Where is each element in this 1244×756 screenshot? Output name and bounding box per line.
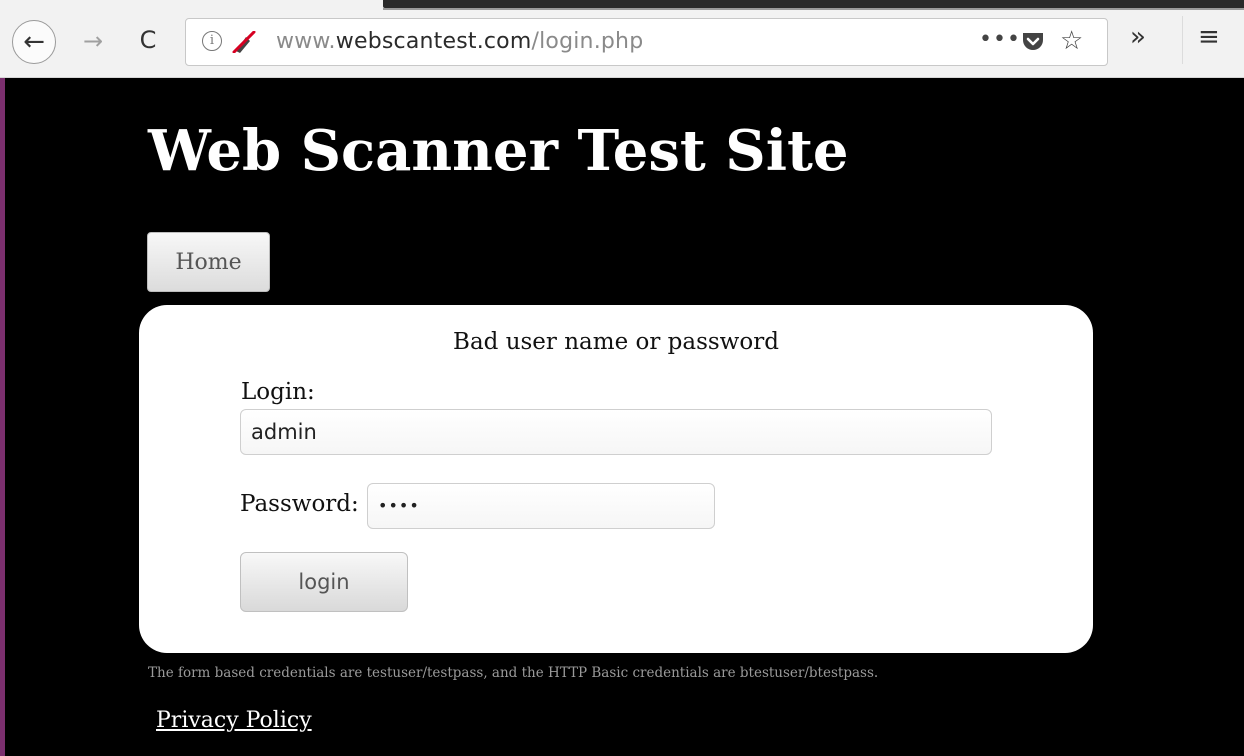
password-label: Password: — [240, 491, 359, 517]
bookmark-star-icon[interactable]: ☆ — [1060, 26, 1083, 56]
url-bar[interactable]: i www.webscantest.com/login.php ••• ☆ — [185, 18, 1108, 66]
toolbar-divider — [1182, 16, 1183, 64]
reload-button[interactable]: C — [132, 24, 164, 56]
login-panel: Bad user name or password Login: admin P… — [139, 305, 1093, 653]
login-label: Login: — [241, 379, 315, 405]
back-arrow-icon: ← — [23, 27, 45, 57]
url-path: /login.php — [531, 29, 644, 54]
info-icon[interactable]: i — [202, 31, 222, 51]
login-input[interactable]: admin — [240, 409, 992, 455]
credentials-note: The form based credentials are testuser/… — [148, 665, 879, 681]
privacy-policy-link[interactable]: Privacy Policy — [156, 708, 312, 733]
url-domain: webscantest.com — [335, 29, 532, 54]
browser-toolbar: ← → C i www.webscantest.com/login.php ••… — [0, 0, 1244, 78]
tab-strip — [383, 0, 1244, 10]
password-input[interactable]: •••• — [367, 483, 715, 529]
site-title: Web Scanner Test Site — [148, 118, 849, 184]
forward-button[interactable]: → — [78, 26, 108, 56]
url-text[interactable]: www.webscantest.com/login.php — [276, 29, 643, 54]
nav-home-button[interactable]: Home — [147, 232, 270, 292]
login-submit-button[interactable]: login — [240, 552, 408, 612]
reload-icon: C — [139, 26, 157, 54]
forward-arrow-icon: → — [82, 27, 104, 55]
insecure-connection-icon[interactable] — [232, 31, 256, 53]
hamburger-menu-icon[interactable]: ≡ — [1198, 22, 1220, 52]
url-prefix: www. — [276, 29, 336, 54]
page-actions-icon[interactable]: ••• — [979, 27, 1021, 52]
error-message: Bad user name or password — [453, 329, 779, 355]
overflow-menu-icon[interactable]: » — [1130, 22, 1146, 52]
window-edge — [0, 0, 5, 756]
back-button[interactable]: ← — [12, 20, 56, 64]
pocket-icon[interactable] — [1021, 31, 1045, 53]
